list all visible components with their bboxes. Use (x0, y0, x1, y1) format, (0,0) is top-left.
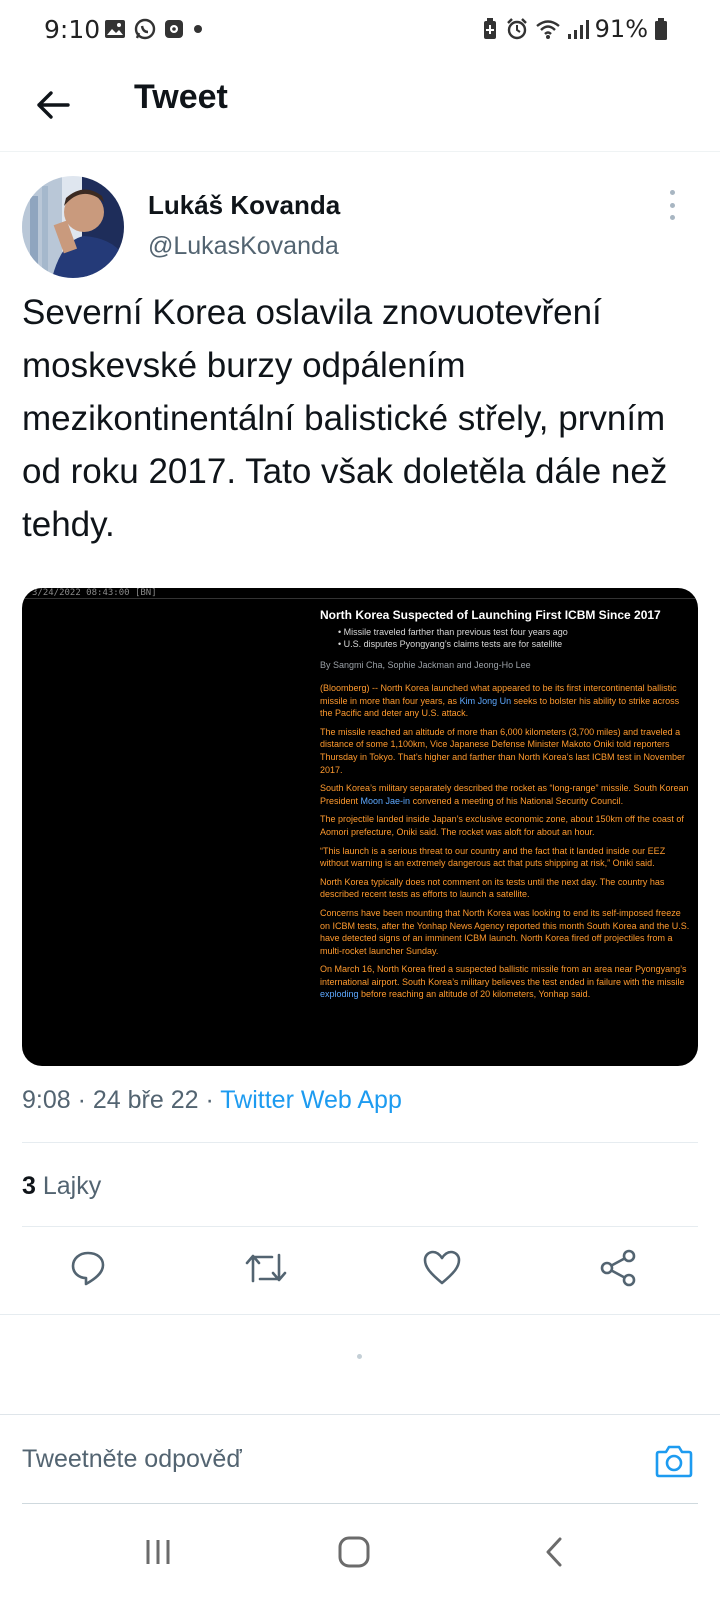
home-button[interactable] (332, 1530, 376, 1574)
camera-button[interactable] (654, 1441, 694, 1481)
likes-label: Lajky (42, 1172, 102, 1200)
tweet-actions (0, 1236, 720, 1300)
article-link: Kim Jong Un (459, 695, 512, 706)
whatsapp-icon (134, 18, 156, 40)
replies-area (0, 1320, 720, 1414)
dot-icon (194, 25, 202, 33)
tweet-meta: 9:08 · 24 bře 22 · Twitter Web App (22, 1086, 402, 1115)
tweet-timestamp: 9:08 · 24 bře 22 · (22, 1086, 221, 1114)
status-bar: 9:10 91% (0, 0, 720, 64)
status-notification-icons (104, 18, 204, 40)
status-time: 9:10 (44, 15, 101, 44)
tweet-source-link[interactable]: Twitter Web App (220, 1086, 402, 1114)
battery-icon (655, 18, 667, 40)
tweet-text: Severní Korea oslavila znovuotevření mos… (22, 293, 668, 544)
alarm-icon (506, 18, 527, 40)
like-button[interactable] (420, 1246, 464, 1290)
article-byline: By Sangmi Cha, Sophie Jackman and Jeong-… (320, 660, 531, 670)
article-paragraph: Concerns have been mounting that North K… (320, 907, 690, 956)
camera-icon (655, 1445, 693, 1478)
wifi-icon (535, 20, 560, 39)
divider (0, 1314, 720, 1315)
reply-icon (71, 1251, 105, 1286)
media-icon (165, 20, 183, 38)
divider (22, 1142, 698, 1143)
signal-icon (567, 20, 589, 39)
top-bar: Tweet (0, 64, 720, 152)
more-options-icon[interactable] (664, 190, 680, 220)
article-link: exploding (320, 989, 359, 1000)
author-name[interactable]: Lukáš Kovanda (148, 190, 340, 221)
loading-dot (357, 1354, 362, 1359)
avatar-image (22, 176, 124, 278)
news-article: North Korea Suspected of Launching First… (320, 608, 690, 1007)
article-headline: North Korea Suspected of Launching First… (320, 608, 661, 622)
reply-bar: Tweetněte odpověď (0, 1414, 720, 1505)
article-link: Moon Jae-in (360, 795, 411, 806)
share-icon (600, 1249, 636, 1287)
back-button[interactable] (30, 82, 76, 128)
system-nav-bar (0, 1504, 720, 1600)
media-timestamp: 3/24/2022 08:43:00 [BN] (32, 588, 157, 598)
article-paragraph: “This launch is a serious threat to our … (320, 845, 666, 869)
tweet-media-image[interactable]: 3/24/2022 08:43:00 [BN] North Korea Susp… (22, 588, 698, 1066)
recent-apps-button[interactable] (136, 1530, 180, 1574)
article-bullet: U.S. disputes Pyongyang’s claims tests a… (338, 638, 690, 650)
tweet-author: Lukáš Kovanda @LukasKovanda (0, 170, 720, 280)
recent-apps-icon (146, 1540, 170, 1564)
article-paragraph: The missile reached an altitude of more … (320, 726, 686, 775)
chevron-left-icon (546, 1537, 562, 1567)
system-back-button[interactable] (532, 1530, 576, 1574)
article-paragraph: (Bloomberg) -- North Korea launched what… (320, 683, 680, 719)
like-icon (423, 1250, 461, 1285)
article-paragraph: On March 16, North Korea fired a suspect… (320, 964, 687, 1000)
author-handle[interactable]: @LukasKovanda (148, 232, 339, 261)
share-button[interactable] (596, 1246, 640, 1290)
likes-count: 3 (22, 1172, 36, 1200)
retweet-icon (245, 1253, 287, 1283)
reply-button[interactable] (66, 1246, 110, 1290)
gallery-icon (105, 20, 125, 38)
avatar[interactable] (22, 176, 124, 278)
home-icon (338, 1536, 370, 1568)
retweet-button[interactable] (244, 1246, 288, 1290)
article-paragraph: North Korea typically does not comment o… (320, 876, 665, 900)
page-title: Tweet (134, 78, 228, 116)
divider (22, 1226, 698, 1227)
article-bullet: Missile traveled farther than previous t… (338, 626, 690, 638)
battery-saver-icon (483, 18, 496, 39)
status-system-icons: 91% (481, 15, 668, 43)
likes-row[interactable]: 3 Lajky (22, 1172, 101, 1201)
reply-input[interactable]: Tweetněte odpověď (22, 1445, 242, 1474)
battery-percent: 91% (594, 15, 648, 43)
article-paragraph: The projectile landed inside Japan’s exc… (320, 814, 684, 837)
arrow-left-icon (37, 91, 70, 119)
article-paragraph: South Korea’s military separately descri… (320, 783, 689, 806)
media-divider (22, 598, 698, 599)
article-bullets: Missile traveled farther than previous t… (338, 626, 690, 650)
